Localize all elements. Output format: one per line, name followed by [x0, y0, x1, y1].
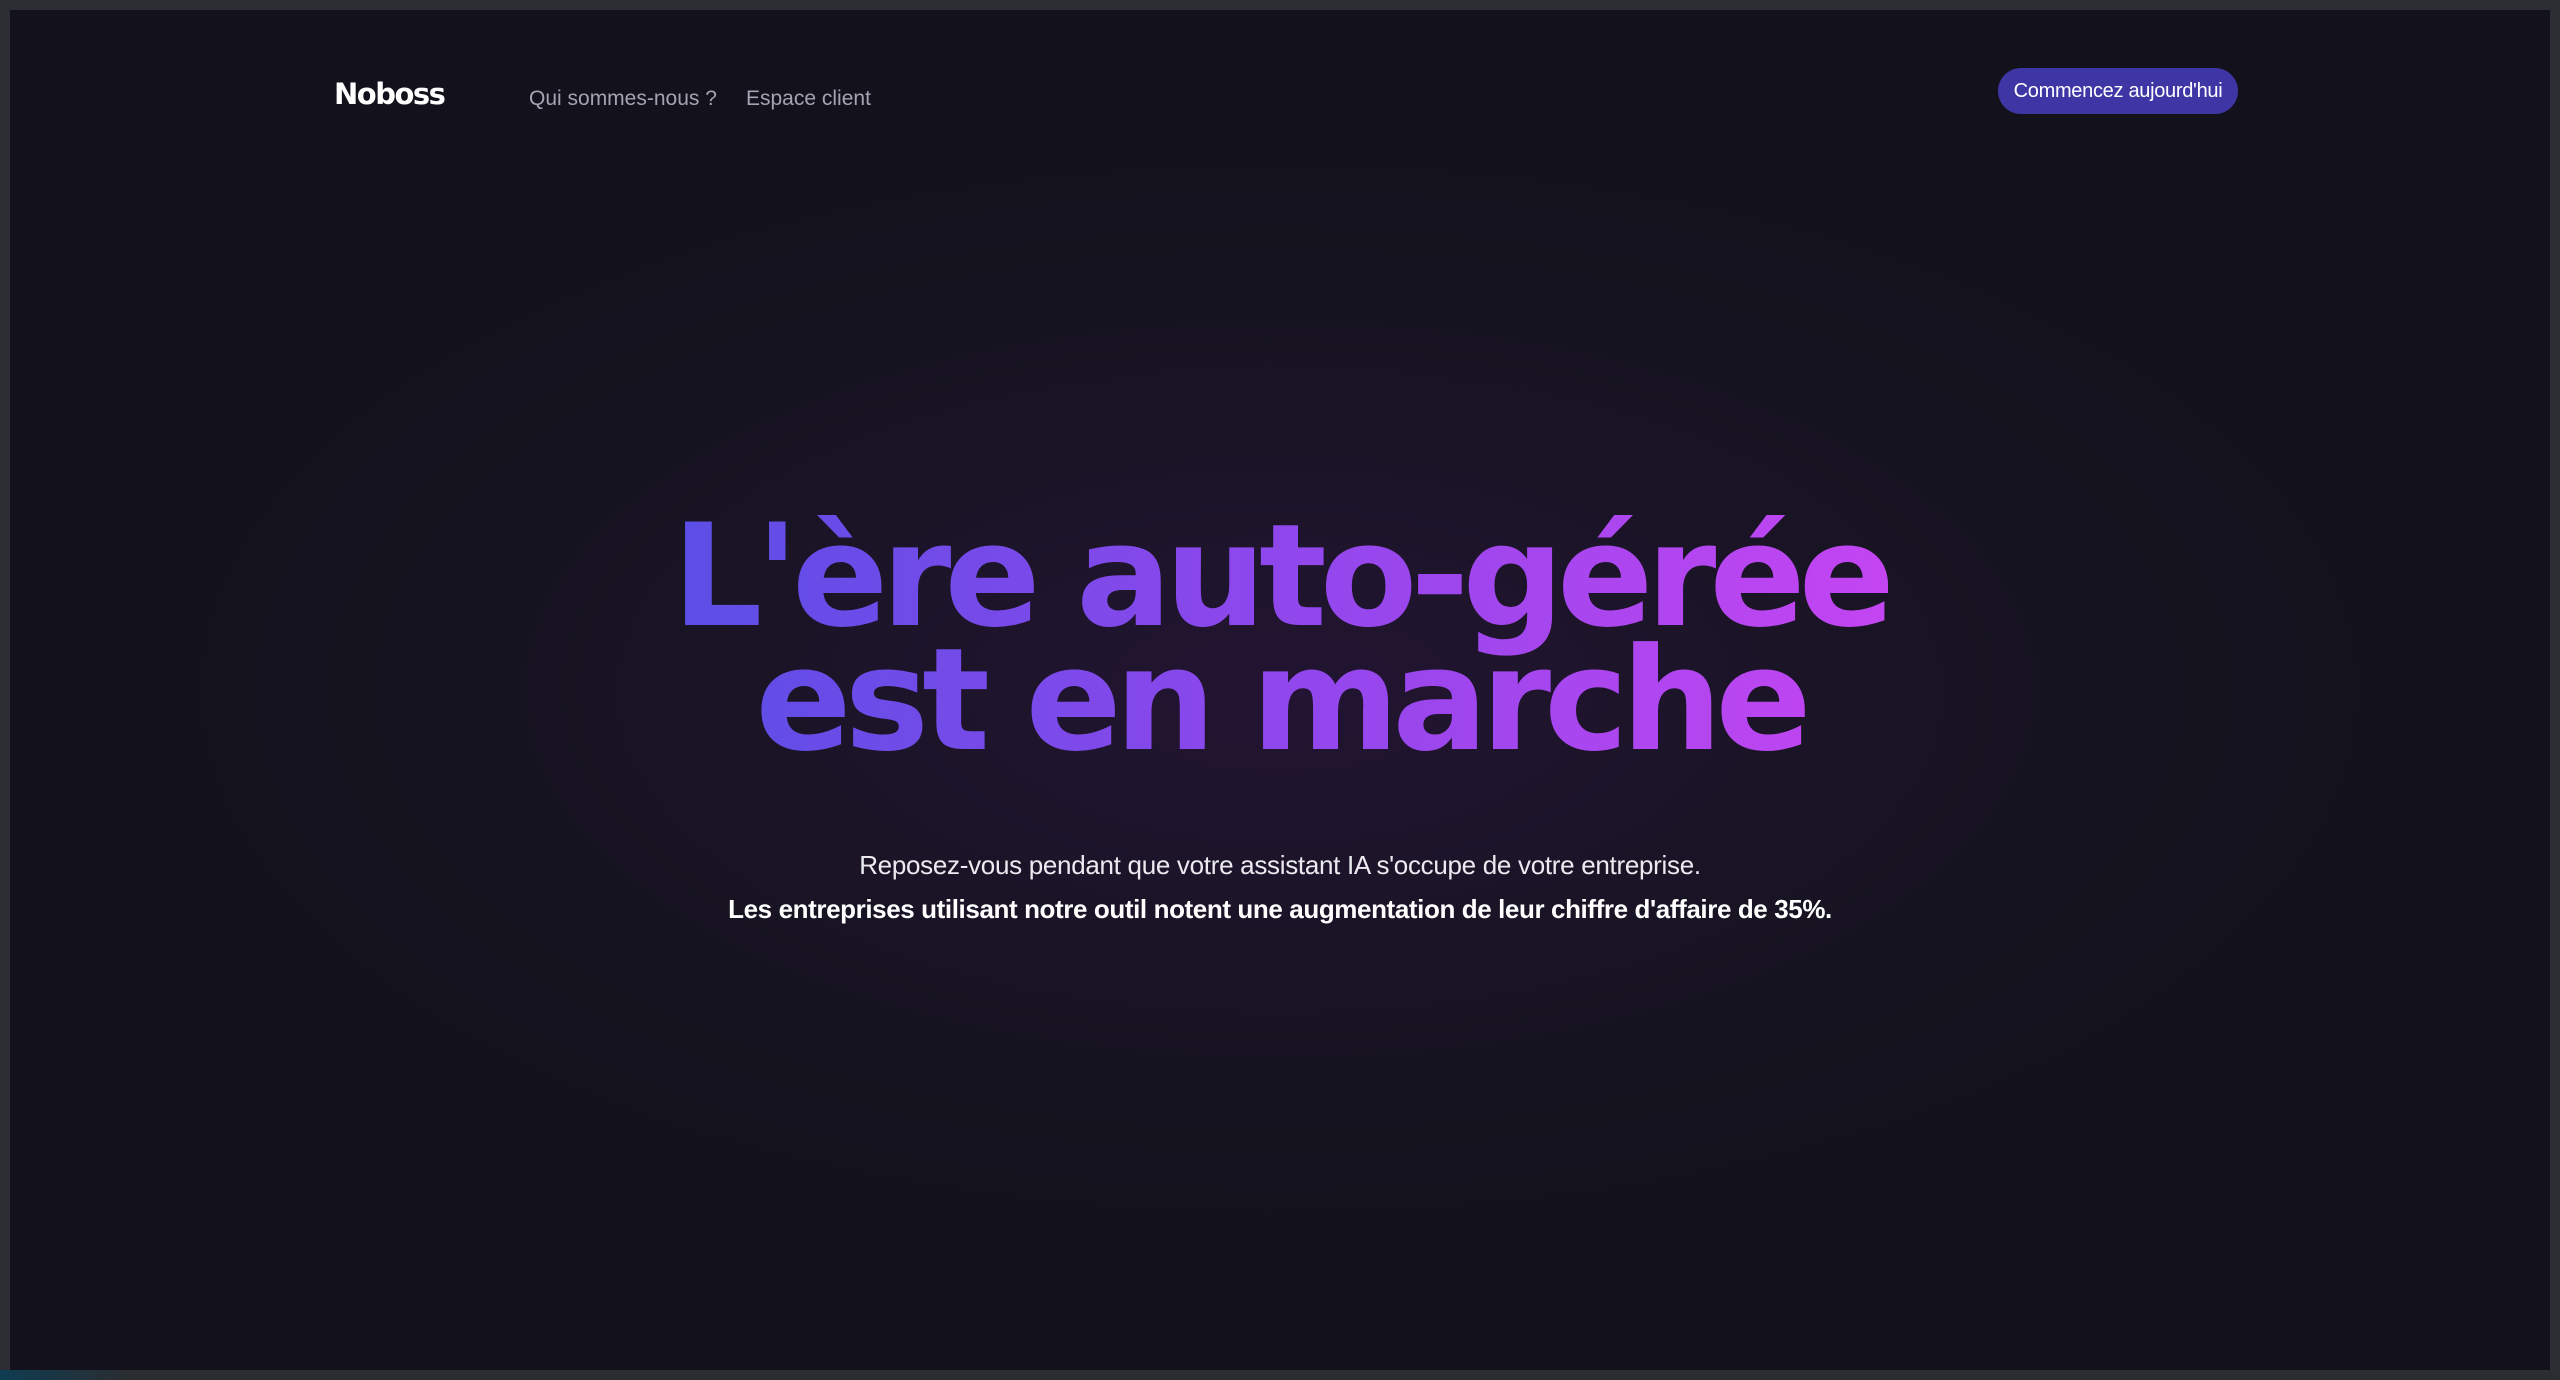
nav-link-about[interactable]: Qui sommes-nous ? [529, 87, 717, 111]
taskbar-edge [0, 1370, 2560, 1380]
get-started-button[interactable]: Commencez aujourd'hui [1998, 68, 2238, 114]
hero-title: L'ère auto-gérée est en marche [672, 515, 1888, 763]
hero-title-line-2: est en marche [755, 618, 1805, 783]
logo[interactable]: Noboss [334, 77, 446, 111]
hero-section: L'ère auto-gérée est en marche [10, 515, 2550, 763]
nav-link-client-area[interactable]: Espace client [746, 87, 871, 111]
hero-subtitle: Reposez-vous pendant que votre assistant… [859, 850, 1701, 880]
hero-highlight: Les entreprises utilisant notre outil no… [728, 894, 1832, 924]
top-navigation: Noboss Qui sommes-nous ? Espace client C… [10, 10, 2550, 180]
browser-viewport: Noboss Qui sommes-nous ? Espace client C… [10, 10, 2550, 1370]
